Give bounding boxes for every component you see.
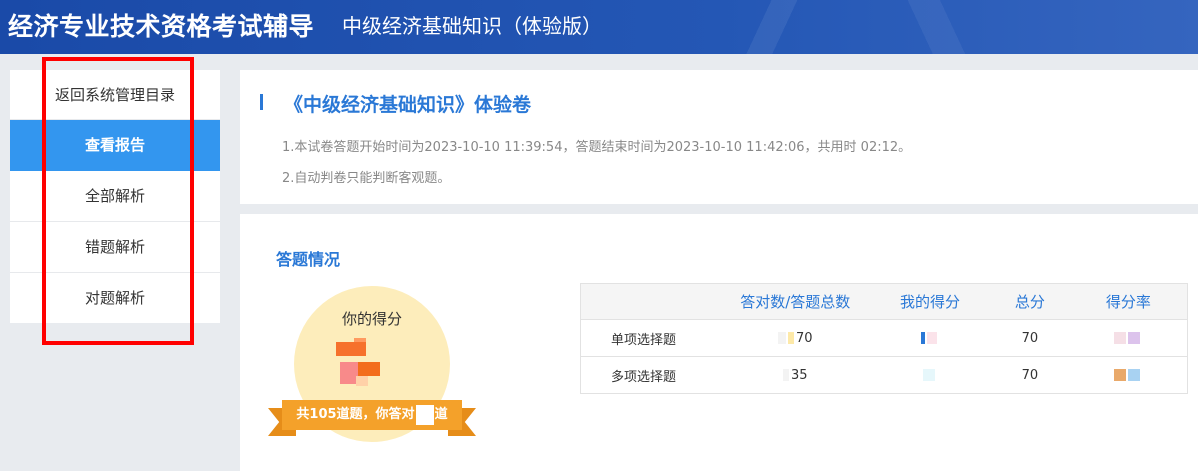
sidebar-item-label: 查看报告: [84, 136, 145, 154]
app-title: 经济专业技术资格考试辅导: [8, 12, 315, 41]
sidebar-item-correct-analysis[interactable]: 对题解析: [10, 273, 220, 324]
sidebar-item-all-analysis[interactable]: 全部解析: [10, 171, 220, 222]
ratio-total: 70: [795, 330, 813, 346]
ratio-total: 35: [790, 367, 808, 383]
total-score: 70: [989, 319, 1070, 357]
table-header-ratio: 答对数/答题总数: [720, 283, 871, 320]
my-score-cell: [870, 319, 990, 357]
title-accent-bar: [260, 94, 263, 110]
redacted-count: [415, 404, 434, 425]
auto-grade-note: 2.自动判卷只能判断客观题。: [282, 171, 451, 186]
redacted-mark: [336, 342, 366, 356]
redacted-mark: [777, 332, 786, 344]
sidebar-menu: 返回系统管理目录 查看报告 全部解析 错题解析 对题解析: [10, 70, 220, 323]
exam-info-panel: 《中级经济基础知识》体验卷 1.本试卷答题开始时间为2023-10-10 11:…: [240, 70, 1198, 204]
sidebar-item-back-to-catalog[interactable]: 返回系统管理目录: [10, 70, 220, 120]
summary-ribbon: 共105道题，你答对 道: [268, 400, 476, 436]
rate-cell: [1069, 356, 1188, 394]
section-title: 答题情况: [276, 250, 341, 269]
ratio-cell: 70: [720, 319, 871, 357]
my-score-cell: [870, 356, 990, 394]
exam-time-note: 1.本试卷答题开始时间为2023-10-10 11:39:54，答题结束时间为2…: [282, 140, 912, 155]
sidebar-item-label: 返回系统管理目录: [54, 86, 175, 104]
redacted-mark: [782, 369, 789, 381]
table-header-rate: 得分率: [1069, 283, 1188, 320]
table-header-row: 答对数/答题总数 我的得分 总分 得分率: [580, 283, 1188, 320]
question-type: 多项选择题: [580, 356, 721, 394]
question-type: 单项选择题: [580, 319, 721, 357]
redacted-mark: [358, 362, 380, 376]
table-row: 多项选择题 35 70: [580, 356, 1188, 394]
table-header-total: 总分: [989, 283, 1070, 320]
score-label: 你的得分: [341, 310, 402, 328]
redacted-mark: [1128, 332, 1141, 344]
ribbon-prefix: 共105道题，你答对: [296, 407, 415, 422]
ribbon-suffix: 道: [434, 407, 448, 422]
answer-summary-panel: 答题情况 你的得分 共105道题，你答对 道 答对数/答题总数 我的得分 总分 得…: [240, 214, 1198, 471]
sidebar-item-label: 错题解析: [84, 238, 145, 256]
sidebar-item-label: 对题解析: [84, 289, 145, 307]
ribbon-text: 共105道题，你答对 道: [282, 400, 462, 430]
redacted-mark: [923, 369, 936, 381]
app-subtitle: 中级经济基础知识（体验版）: [342, 14, 602, 38]
redacted-mark: [927, 332, 938, 344]
table-header-type: [580, 283, 721, 320]
table-header-my-score: 我的得分: [870, 283, 990, 320]
redacted-mark: [1114, 369, 1127, 381]
score-value-redacted: [294, 338, 450, 394]
sidebar-item-view-report[interactable]: 查看报告: [10, 120, 220, 171]
ratio-cell: 35: [720, 356, 871, 394]
result-table: 答对数/答题总数 我的得分 总分 得分率 单项选择题 70 70 多项选择题 3…: [580, 283, 1188, 394]
rate-cell: [1069, 319, 1188, 357]
redacted-mark: [787, 332, 794, 344]
sidebar-item-label: 全部解析: [84, 187, 145, 205]
redacted-mark: [1114, 332, 1127, 344]
paper-title: 《中级经济基础知识》体验卷: [284, 94, 532, 116]
sidebar-item-wrong-analysis[interactable]: 错题解析: [10, 222, 220, 273]
total-score: 70: [989, 356, 1070, 394]
redacted-mark: [356, 376, 368, 386]
table-row: 单项选择题 70 70: [580, 319, 1188, 357]
redacted-mark: [921, 332, 926, 344]
app-header: 经济专业技术资格考试辅导 中级经济基础知识（体验版）: [0, 0, 1198, 54]
redacted-mark: [1128, 369, 1141, 381]
